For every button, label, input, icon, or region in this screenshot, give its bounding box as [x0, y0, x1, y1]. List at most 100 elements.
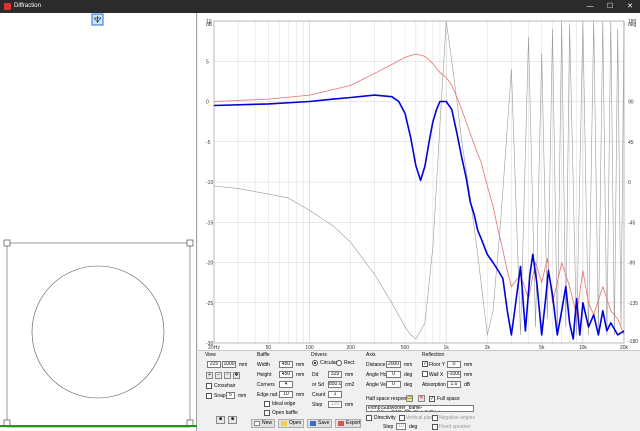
phase-curve — [213, 20, 625, 340]
new-file-icon — [254, 421, 260, 426]
ideal-edge-checkbox[interactable] — [264, 401, 270, 407]
distance-field[interactable]: 2000 — [386, 361, 401, 368]
open-folder-icon[interactable]: ▭ — [406, 395, 413, 402]
corners-field[interactable]: 4 — [279, 381, 293, 388]
dd-field[interactable]: 329 — [328, 371, 342, 378]
edge-radius-unit: mm — [296, 392, 305, 398]
zoom-fit-icon[interactable]: ▫ — [224, 372, 231, 379]
window-title: Diffraction — [14, 3, 41, 9]
floor-field[interactable]: 0 — [447, 361, 461, 368]
title-bar: Diffraction — ☐ ✕ — [0, 0, 640, 13]
floor-checkbox[interactable]: ✓ — [422, 361, 428, 367]
zoom-out-icon[interactable]: − — [215, 372, 222, 379]
y-left-tick-label: -25 — [206, 301, 213, 307]
y-right-tick-label: -90 — [628, 261, 635, 267]
corner-handle[interactable] — [3, 239, 11, 247]
crosshair-checkbox[interactable] — [206, 383, 212, 389]
export-button-label: Export — [346, 420, 361, 426]
directivity-checkbox[interactable] — [366, 415, 372, 421]
export-icon — [338, 421, 344, 426]
y-left-tick-label: -5 — [206, 140, 211, 146]
baffle-outline — [6, 242, 191, 428]
maximize-button[interactable]: ☐ — [600, 0, 620, 13]
response-file-field[interactable]: e\tmp\Subwoofer_baffle-step\VituixCAD_FR… — [366, 405, 474, 412]
axis-marker-icon[interactable] — [91, 13, 104, 26]
clear-icon[interactable]: ✕ — [418, 395, 425, 402]
circular-radio[interactable] — [312, 360, 318, 366]
snap-unit: mm — [238, 393, 247, 399]
angle-ver-label: Angle Ver — [366, 382, 388, 388]
sd-field[interactable]: 850.0 — [328, 381, 342, 388]
rect-radio[interactable] — [336, 360, 342, 366]
absorption-unit: dB — [464, 382, 471, 388]
baffle-width-unit: mm — [296, 362, 305, 368]
save-button[interactable]: Save — [307, 419, 332, 428]
baffle-width-label: Width — [257, 362, 270, 368]
new-button-label: New — [262, 420, 273, 426]
driver-step-field[interactable]: 120 — [328, 401, 342, 408]
angle-ver-field[interactable]: 0 — [386, 381, 401, 388]
pan-icon[interactable]: ✥ — [233, 372, 240, 379]
corners-label: Corners — [257, 382, 275, 388]
negative-angles-label: Negative angles — [439, 415, 475, 421]
fixed-speaker-checkbox[interactable] — [432, 424, 438, 430]
full-space-checkbox[interactable]: ✓ — [429, 396, 435, 402]
baffle-width-field[interactable]: 450 — [279, 361, 293, 368]
frequency-response-graph[interactable]: 20Hz 50 100 200 500 1k 2k 5k 10k 20k 10 dB 5 0 -5 -10 -1… — [198, 13, 640, 350]
camera-copy-icon[interactable]: ■ — [228, 416, 237, 424]
wall-unit: mm — [464, 372, 473, 378]
driver-step-label: Step — [312, 402, 323, 408]
zoom-in-icon[interactable]: + — [206, 372, 213, 379]
wall-checkbox[interactable] — [422, 371, 428, 377]
view-title: View — [205, 352, 216, 358]
folder-icon — [281, 421, 287, 426]
driver-circle[interactable] — [31, 265, 165, 399]
edge-radius-field[interactable]: 10 — [279, 391, 293, 398]
open-button[interactable]: Open — [278, 419, 304, 428]
view-height-field[interactable]: 1000 — [222, 361, 236, 368]
minimize-button[interactable]: — — [580, 0, 600, 13]
baffle-height-label: Height — [257, 372, 272, 378]
negative-angles-checkbox[interactable] — [432, 415, 438, 421]
angle-hor-field[interactable]: 0 — [386, 371, 401, 378]
view-width-field[interactable]: 225 — [207, 361, 221, 368]
absorption-field[interactable]: 1.0 — [447, 381, 461, 388]
close-button[interactable]: ✕ — [620, 0, 640, 13]
directivity-step-label: Step — [383, 424, 394, 430]
response-curve — [213, 94, 625, 340]
y-right-tick-label: 0 — [628, 180, 631, 186]
distance-label: Distance — [366, 362, 386, 368]
floppy-icon — [310, 421, 316, 426]
baffle-height-field[interactable]: 450 — [279, 371, 293, 378]
wall-label: Wall X — [429, 372, 444, 378]
axis-title: Axis — [366, 352, 376, 358]
count-label: Count — [312, 392, 326, 398]
export-button[interactable]: Export — [335, 419, 361, 428]
dd-unit: mm — [345, 372, 354, 378]
y-right-tick-label: -135 — [628, 301, 638, 307]
y-left-tick-label: -10 — [206, 180, 213, 186]
count-field[interactable]: 1 — [328, 391, 342, 398]
snap-field[interactable]: 5 — [226, 392, 235, 399]
open-baffle-checkbox[interactable] — [264, 410, 270, 416]
full-space-label: Full space — [437, 396, 460, 402]
absorption-label: Absorption — [422, 382, 446, 388]
y-left-tick-label: 0 — [206, 100, 209, 106]
snap-label: Snap — [214, 393, 226, 399]
wall-field[interactable]: -1000 — [447, 371, 461, 378]
y-left-tick-label: -20 — [206, 261, 213, 267]
y-right-tick-label: -180 — [628, 339, 638, 345]
new-button[interactable]: New — [251, 419, 275, 428]
vertical-plane-checkbox[interactable] — [399, 415, 405, 421]
sd-unit: cm2 — [345, 382, 355, 388]
app-icon — [4, 3, 11, 10]
crosshair-label: Crosshair — [214, 383, 236, 389]
directivity-step-field[interactable]: 10 — [396, 423, 406, 430]
snap-checkbox[interactable] — [206, 393, 212, 399]
corner-handle[interactable] — [186, 239, 194, 247]
floor-label: Floor Y — [429, 362, 446, 368]
baffle-canvas[interactable] — [0, 13, 197, 431]
dd-label: Dd — [312, 372, 319, 378]
camera-icon[interactable]: ■ — [216, 416, 225, 424]
y-right-tick-label: -45 — [628, 220, 635, 226]
